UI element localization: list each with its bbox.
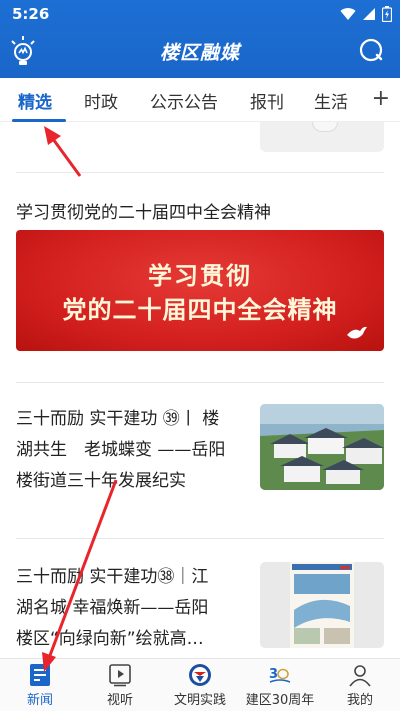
banner-line-2: 党的二十届四中全会精神: [62, 296, 338, 324]
bottom-navigation: 新闻 视听 文明实践 3 建区30周年 我的: [0, 658, 400, 711]
news-title-line: 楼区“向绿向新”绘就高…: [16, 629, 204, 649]
nav-profile[interactable]: 我的: [320, 659, 400, 711]
news-title-line: 湖共生 老城蝶变 ——岳阳: [16, 440, 226, 460]
tab-newspaper[interactable]: 报刊: [250, 88, 284, 113]
topic-title[interactable]: 学习贯彻党的二十届四中全会精神: [16, 198, 271, 223]
news-item[interactable]: 三十而励 实干建功㊳｜江 湖名城 幸福焕新——岳阳 楼区“向绿向新”绘就高…: [16, 562, 384, 654]
status-icons: [340, 6, 392, 22]
banner-line-1: 学习贯彻: [148, 262, 252, 290]
nav-news[interactable]: 新闻: [0, 659, 80, 711]
category-tabs: 精选 时政 公示公告 报刊 生活 +: [0, 78, 400, 122]
add-tab-button[interactable]: +: [372, 86, 390, 111]
dove-icon: [347, 326, 367, 339]
arrow-to-featured-tab: [44, 126, 82, 177]
news-item[interactable]: 三十而励 实干建功 ㊴丨 楼 湖共生 老城蝶变 ——岳阳 楼街道三十年发展纪实: [16, 404, 384, 514]
news-title-line: 湖名城 幸福焕新——岳阳: [16, 598, 209, 618]
app-title: 楼区融媒: [159, 42, 240, 64]
app-header: 5:26 楼区融媒: [0, 0, 400, 78]
nav-civilization-practice-label: 文明实践: [173, 693, 226, 708]
video-icon: [109, 664, 131, 687]
app-bar: 楼区融媒: [0, 28, 400, 76]
battery-icon: [382, 6, 392, 22]
nav-news-label: 新闻: [26, 693, 53, 708]
tab-featured[interactable]: 精选: [18, 88, 52, 113]
anniversary-30-icon: 3: [269, 667, 291, 683]
news-icon: [30, 664, 50, 686]
divider: [16, 172, 384, 173]
nav-anniversary[interactable]: 3 建区30周年: [240, 659, 320, 711]
nav-anniversary-label: 建区30周年: [245, 693, 315, 708]
news-title-line: 三十而励 实干建功 ㊴丨 楼: [16, 409, 220, 429]
news-title-line: 楼街道三十年发展纪实: [16, 471, 186, 491]
status-bar: 5:26: [0, 0, 400, 28]
news-title: 三十而励 实干建功㊳｜江 湖名城 幸福焕新——岳阳 楼区“向绿向新”绘就高…: [16, 562, 248, 655]
status-time: 5:26: [12, 5, 50, 23]
news-title-line: 三十而励 实干建功㊳｜江: [16, 567, 209, 587]
tab-life[interactable]: 生活: [314, 88, 348, 113]
nav-video[interactable]: 视听: [80, 659, 160, 711]
active-tab-indicator: [12, 119, 66, 122]
signal-icon: [363, 8, 375, 20]
nav-civilization-practice[interactable]: 文明实践: [160, 659, 240, 711]
civilization-practice-icon: [189, 664, 211, 686]
nav-video-label: 视听: [106, 693, 133, 708]
news-thumbnail: [260, 404, 384, 490]
news-title: 三十而励 实干建功 ㊴丨 楼 湖共生 老城蝶变 ——岳阳 楼街道三十年发展纪实: [16, 404, 248, 497]
tab-announcements[interactable]: 公示公告: [150, 88, 218, 113]
search-icon[interactable]: [358, 37, 384, 63]
divider: [16, 382, 384, 383]
tab-politics[interactable]: 时政: [84, 88, 118, 113]
topic-banner[interactable]: 学习贯彻 党的二十届四中全会精神: [16, 230, 384, 351]
profile-icon: [349, 665, 371, 687]
screen: 5:26 楼区融媒 精选 时政 公示公告 报刊 生活 + 学习贯彻党的二十届四中…: [0, 0, 400, 711]
nav-profile-label: 我的: [346, 693, 373, 708]
divider: [16, 538, 384, 539]
wifi-icon: [340, 8, 356, 20]
news-thumbnail: [260, 562, 384, 648]
